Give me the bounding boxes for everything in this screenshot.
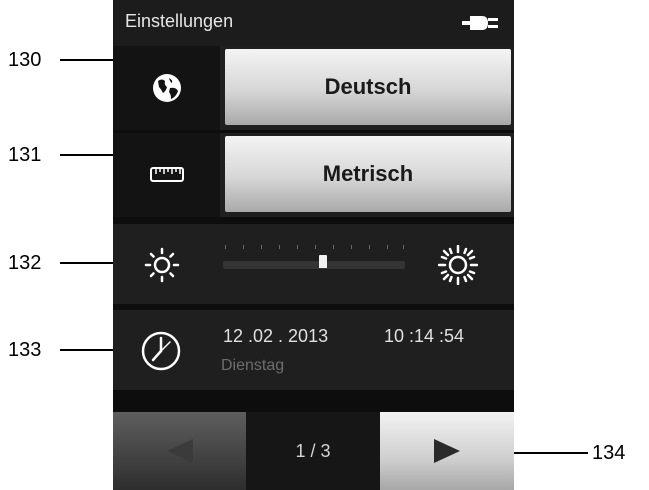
sun-low-icon — [144, 247, 180, 283]
slider-tick — [225, 245, 226, 249]
slider-tick — [315, 245, 316, 249]
clock-icon — [141, 331, 181, 371]
slider-tick — [351, 245, 352, 249]
brightness-slider-track[interactable] — [223, 261, 405, 269]
units-value: Metrisch — [322, 161, 414, 186]
units-icon-cell — [113, 133, 220, 217]
slider-tick — [403, 245, 404, 249]
callout-134-label: 134 — [592, 442, 626, 464]
device-screen: Einstellungen Deutsch Metrisch 12 .02 . … — [113, 0, 514, 490]
brightness-row — [113, 224, 514, 304]
language-icon-cell — [113, 46, 220, 130]
plug-icon — [462, 16, 498, 30]
callout-133-label: 133 — [8, 339, 42, 361]
prev-page-button[interactable] — [113, 412, 246, 490]
slider-tick — [369, 245, 370, 249]
callout-131-label: 131 — [8, 144, 42, 166]
slider-tick — [279, 245, 280, 249]
units-button[interactable]: Metrisch — [225, 136, 511, 212]
triangle-left-icon — [166, 439, 193, 463]
brightness-slider-thumb[interactable] — [319, 255, 328, 268]
slider-tick — [243, 245, 244, 249]
page-indicator: 1 / 3 — [246, 412, 380, 490]
ruler-icon — [149, 167, 184, 182]
date-value: 12 .02 . 2013 — [223, 326, 329, 346]
sun-high-icon — [438, 245, 478, 285]
triangle-right-icon — [434, 439, 460, 463]
globe-icon — [152, 74, 181, 102]
language-value: Deutsch — [324, 74, 412, 99]
slider-tick — [261, 245, 262, 249]
slider-tick — [297, 245, 298, 249]
datetime-row[interactable]: 12 .02 . 2013 10 :14 :54 Dienstag — [113, 310, 514, 390]
units-row: Metrisch — [113, 133, 514, 217]
title-bar: Einstellungen — [113, 0, 514, 46]
language-row: Deutsch — [113, 46, 514, 130]
slider-tick — [387, 245, 388, 249]
callout-130-label: 130 — [8, 49, 42, 71]
next-page-button[interactable] — [380, 412, 514, 490]
slider-tick — [333, 245, 334, 249]
page-indicator-text: 1 / 3 — [295, 440, 331, 461]
weekday-value: Dienstag — [221, 357, 285, 374]
time-value: 10 :14 :54 — [384, 326, 465, 346]
pager-bar: 1 / 3 — [113, 412, 514, 490]
language-button[interactable]: Deutsch — [225, 49, 511, 125]
page-title: Einstellungen — [125, 11, 234, 31]
callout-132-label: 132 — [8, 252, 42, 274]
